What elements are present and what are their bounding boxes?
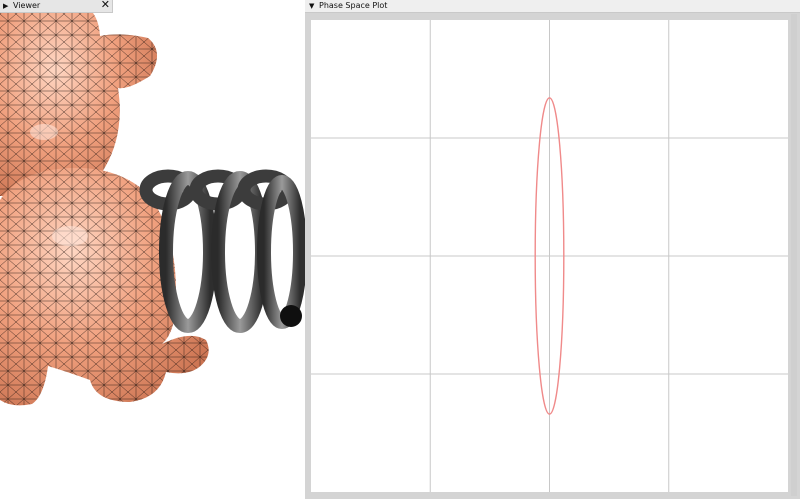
close-icon[interactable]: ✕	[101, 0, 110, 11]
viewer-window[interactable]: ▶ Viewer ✕	[0, 0, 305, 499]
phase-space-plot-window[interactable]: ▼ Phase Space Plot	[305, 0, 800, 499]
plot-titlebar[interactable]: ▼ Phase Space Plot	[305, 0, 800, 13]
scrollbar[interactable]	[791, 14, 797, 496]
spring-coil	[139, 169, 305, 333]
viewer-title: Viewer	[13, 1, 41, 10]
viewer-titlebar[interactable]: ▶ Viewer ✕	[0, 0, 113, 13]
phase-space-chart	[311, 20, 788, 492]
collapse-arrow-icon[interactable]: ▶	[3, 0, 8, 12]
plot-title: Phase Space Plot	[319, 1, 388, 10]
viewer-3d-canvas[interactable]	[0, 0, 305, 499]
plot-area[interactable]	[311, 20, 788, 492]
collapse-arrow-icon[interactable]: ▼	[309, 0, 314, 12]
